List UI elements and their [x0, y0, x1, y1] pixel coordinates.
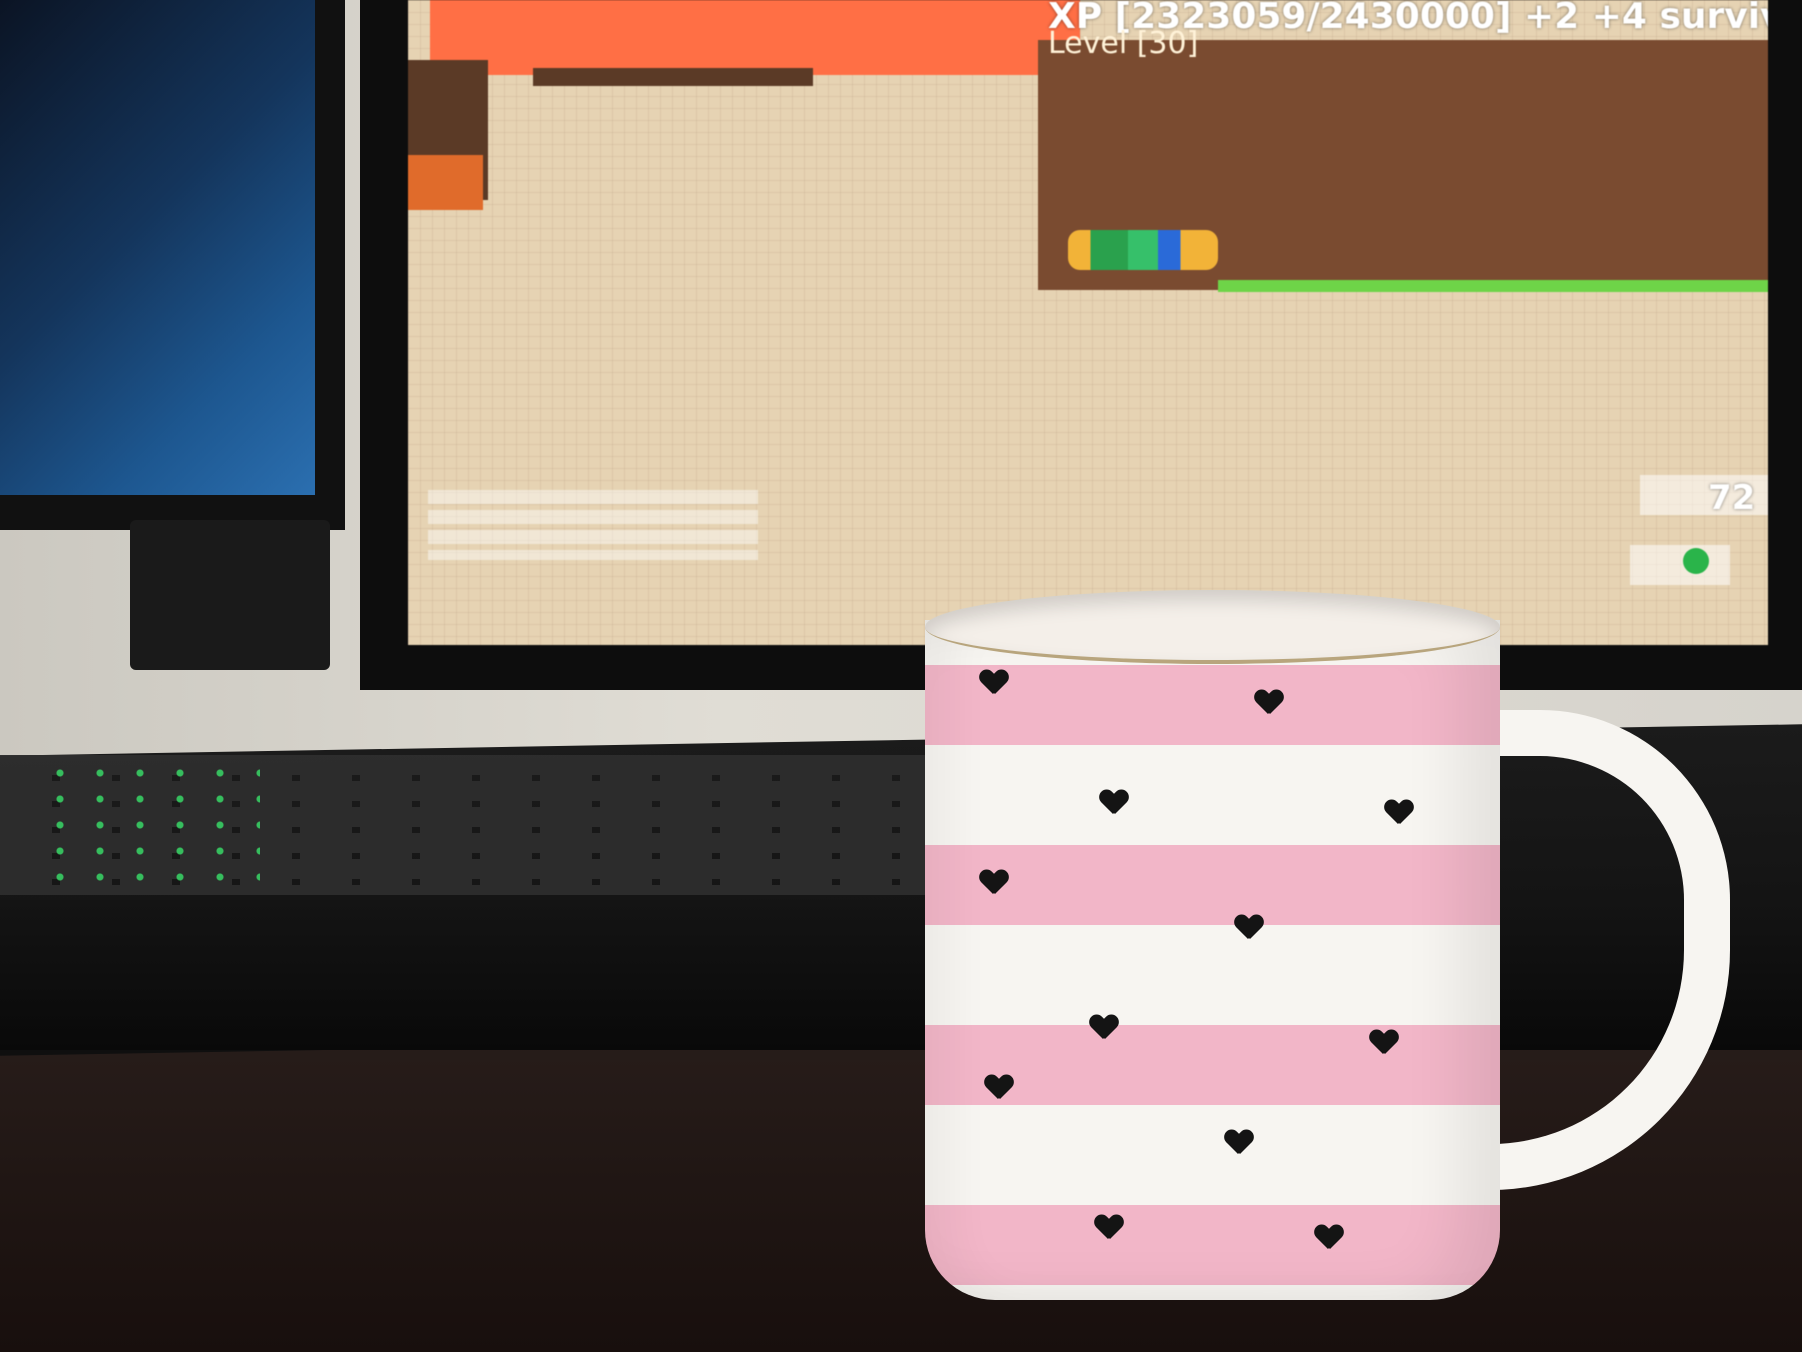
heart-icon	[980, 870, 1006, 896]
game-ledge	[533, 68, 813, 86]
heart-icon	[980, 670, 1006, 696]
heart-icon	[1235, 915, 1261, 941]
heart-icon	[1090, 1015, 1116, 1041]
heart-icon	[985, 1075, 1011, 1101]
heart-icon	[1370, 1030, 1396, 1056]
speaker	[130, 520, 330, 670]
left-monitor	[0, 0, 345, 530]
game-players	[1068, 230, 1218, 270]
mug	[925, 620, 1500, 1300]
heart-icon	[1255, 690, 1281, 716]
left-monitor-screen	[0, 0, 315, 495]
level-readout: Level [30]	[1048, 26, 1199, 61]
mug-rim	[925, 590, 1500, 664]
heart-icon	[1385, 800, 1411, 826]
game-screen: XP [2323059/2430000] +2 +4 survival Leve…	[408, 0, 1768, 645]
heart-icon	[1100, 790, 1126, 816]
game-sky-banner	[430, 0, 1080, 75]
heart-icon	[1095, 1215, 1121, 1241]
heart-icon	[1225, 1130, 1251, 1156]
inventory-count: 72	[1708, 478, 1756, 518]
game-lava-terrain	[408, 155, 483, 210]
inventory-slot	[1630, 545, 1730, 585]
photo-scene: XP [2323059/2430000] +2 +4 survival Leve…	[0, 0, 1802, 1352]
gem-icon	[1683, 548, 1709, 574]
game-grass-strip	[1218, 280, 1768, 292]
keyboard-backlight	[40, 760, 260, 890]
game-chat-log	[428, 490, 758, 560]
heart-icon	[1315, 1225, 1341, 1251]
